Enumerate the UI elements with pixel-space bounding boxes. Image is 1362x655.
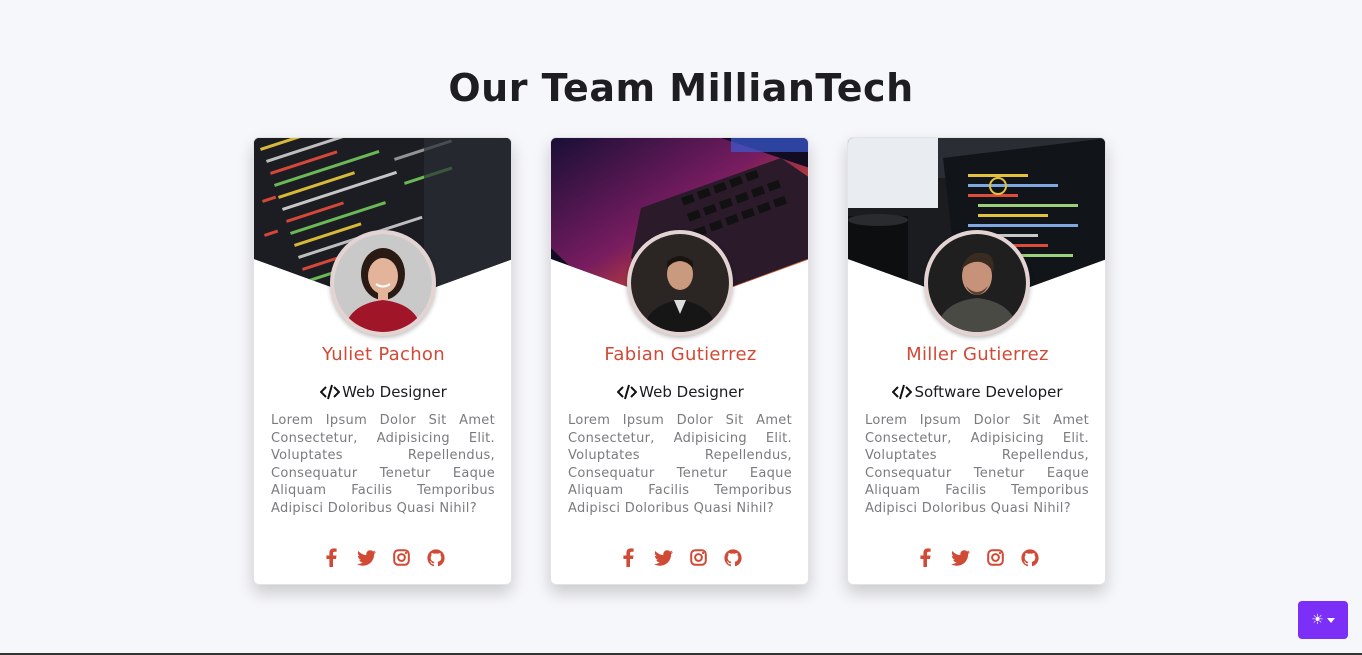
github-icon[interactable] [1021, 548, 1040, 567]
member-role: Software Developer [848, 383, 1105, 401]
twitter-icon[interactable] [653, 548, 673, 567]
member-name: Yuliet Pachon [322, 344, 445, 365]
github-icon[interactable] [427, 548, 446, 567]
team-card: Yuliet Pachon Web Designer Lorem Ipsum D… [253, 137, 512, 585]
member-description: Lorem Ipsum Dolor Sit Amet Consectetur, … [568, 413, 792, 516]
member-name: Fabian Gutierrez [604, 344, 757, 365]
github-icon[interactable] [724, 548, 743, 567]
theme-toggle-button[interactable]: ☀ [1298, 601, 1348, 639]
social-links [254, 548, 511, 567]
member-role-label: Web Designer [342, 383, 447, 401]
member-role: Web Designer [254, 383, 511, 401]
member-role-label: Software Developer [914, 383, 1063, 401]
page-title: Our Team MillianTech [448, 66, 914, 110]
facebook-icon[interactable] [619, 548, 638, 567]
team-cards: Yuliet Pachon Web Designer Lorem Ipsum D… [253, 137, 1106, 585]
member-description: Lorem Ipsum Dolor Sit Amet Consectetur, … [865, 413, 1089, 516]
member-role: Web Designer [551, 383, 808, 401]
social-links [848, 548, 1105, 567]
code-icon [892, 384, 913, 400]
avatar [330, 230, 436, 336]
avatar [924, 230, 1030, 336]
member-description: Lorem Ipsum Dolor Sit Amet Consectetur, … [271, 413, 495, 516]
twitter-icon[interactable] [950, 548, 970, 567]
instagram-icon[interactable] [986, 548, 1005, 567]
caret-down-icon [1326, 617, 1335, 623]
team-card: Fabian Gutierrez Web Designer Lorem Ipsu… [550, 137, 809, 585]
team-card: Miller Gutierrez Software Developer Lore… [847, 137, 1106, 585]
avatar [627, 230, 733, 336]
code-icon [617, 384, 638, 400]
facebook-icon[interactable] [916, 548, 935, 567]
facebook-icon[interactable] [322, 548, 341, 567]
twitter-icon[interactable] [356, 548, 376, 567]
instagram-icon[interactable] [689, 548, 708, 567]
code-icon [320, 384, 341, 400]
member-role-label: Web Designer [639, 383, 744, 401]
instagram-icon[interactable] [392, 548, 411, 567]
member-name: Miller Gutierrez [906, 344, 1049, 365]
sun-icon: ☀ [1311, 612, 1324, 628]
social-links [551, 548, 808, 567]
